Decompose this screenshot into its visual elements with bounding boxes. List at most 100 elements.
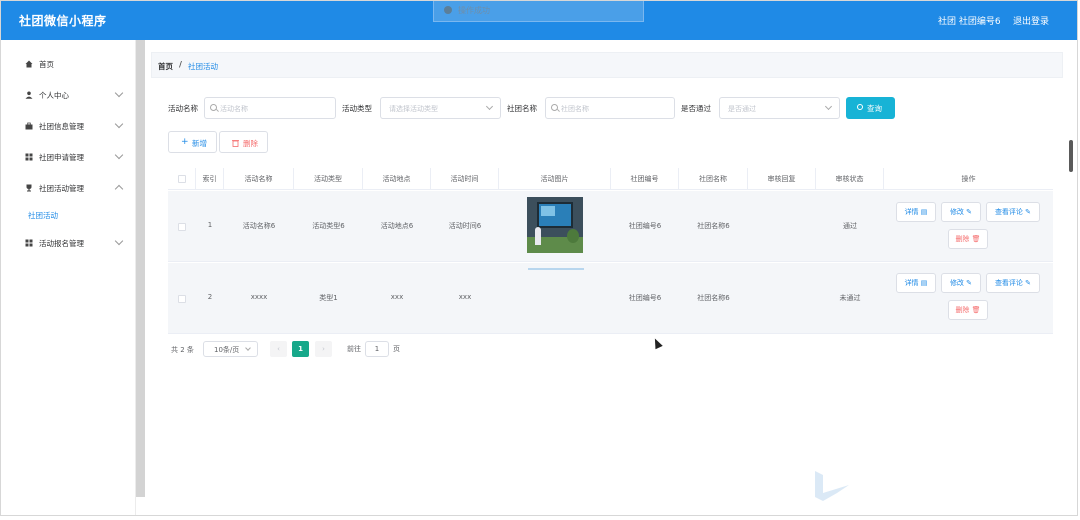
breadcrumb-current: 社团活动 <box>188 62 218 71</box>
detail-button[interactable]: 详情 ▤ <box>896 273 936 293</box>
sidebar-item-label: 社团活动管理 <box>39 184 84 193</box>
add-button[interactable]: + 新增 <box>168 131 217 153</box>
goto-page-input[interactable]: 1 <box>365 341 389 357</box>
search-icon <box>210 104 217 111</box>
row-delete-label: 删除 <box>955 235 970 243</box>
activity-time-cell: xxx <box>458 293 472 301</box>
app-window: 社团微信小程序 社团 社团编号6 退出登录 操作成功 首页 个人中心 社团信息管… <box>0 0 1078 516</box>
sidebar-scrollbar[interactable] <box>136 40 145 497</box>
delete-button-label: 删除 <box>243 139 258 148</box>
column-header: 活动地点 <box>363 168 431 190</box>
logout-link[interactable]: 退出登录 <box>1013 14 1049 27</box>
edit-button[interactable]: 修改 ✎ <box>941 202 981 222</box>
app-title: 社团微信小程序 <box>19 14 107 28</box>
chevron-left-icon: ‹ <box>277 345 280 353</box>
activity-name-label: 活动名称 <box>168 104 198 113</box>
sidebar-item-label: 社团申请管理 <box>39 153 84 162</box>
sidebar-item-label: 个人中心 <box>39 91 69 100</box>
pencil-icon: ✎ <box>966 208 973 216</box>
briefcase-icon <box>25 122 33 130</box>
user-icon <box>25 91 33 99</box>
breadcrumb: 首页 / 社团活动 <box>151 52 1063 78</box>
page-size-value: 10条/页 <box>214 346 240 354</box>
column-header: 活动类型 <box>294 168 363 190</box>
sidebar-item-club-activity[interactable]: 社团活动管理 <box>1 178 136 200</box>
club-name-input[interactable]: 社团名称 <box>545 97 675 119</box>
image-screen-highlight <box>541 206 555 216</box>
total-count: 共 2 条 <box>171 346 194 354</box>
edit-button-label: 修改 <box>949 208 964 216</box>
chevron-down-icon <box>114 88 124 98</box>
activity-type-cell: 类型1 <box>319 294 338 302</box>
sidebar-subitem-club-activities[interactable]: 社团活动 <box>28 210 58 221</box>
column-header: 索引 <box>196 168 224 190</box>
sidebar-item-personal-center[interactable]: 个人中心 <box>1 85 136 107</box>
chevron-down-icon <box>114 236 124 246</box>
page-number-button[interactable]: 1 <box>292 341 309 357</box>
club-name-label: 社团名称 <box>507 104 537 113</box>
club-no-cell: 社团编号6 <box>628 294 662 302</box>
next-page-button[interactable]: › <box>315 341 332 357</box>
activity-image[interactable] <box>527 197 583 253</box>
activity-location-cell: 活动地点6 <box>380 222 414 230</box>
page-scrollbar[interactable] <box>1069 140 1073 172</box>
trophy-icon <box>26 184 32 192</box>
activity-type-select[interactable]: 请选择活动类型 <box>380 97 501 119</box>
sidebar-item-activity-signup[interactable]: 活动报名管理 <box>1 233 136 255</box>
approved-label: 是否通过 <box>681 104 711 113</box>
edit-button[interactable]: 修改 ✎ <box>941 273 981 293</box>
row-delete-label: 删除 <box>955 306 970 314</box>
chevron-up-icon <box>114 184 124 194</box>
view-comments-button[interactable]: 查看评论 ✎ <box>986 273 1040 293</box>
sidebar-item-home[interactable]: 首页 <box>1 54 136 76</box>
image-person <box>535 227 541 245</box>
club-name-cell: 社团名称6 <box>697 294 730 302</box>
document-icon: ▤ <box>920 279 928 287</box>
goto-prefix: 前往 <box>347 345 361 353</box>
detail-button[interactable]: 详情 ▤ <box>896 202 936 222</box>
view-comments-label: 查看评论 <box>994 208 1023 216</box>
club-no-cell: 社团编号6 <box>628 222 662 230</box>
sidebar-item-club-info[interactable]: 社团信息管理 <box>1 116 136 138</box>
table-row: 1 活动名称6 活动类型6 活动地点6 活动时间6 社团编号6 社团名称6 通过… <box>168 191 1053 262</box>
sidebar-item-label: 活动报名管理 <box>39 239 84 248</box>
pencil-icon: ✎ <box>1025 279 1032 287</box>
pencil-icon: ✎ <box>1025 208 1032 216</box>
approved-select[interactable]: 是否通过 <box>719 97 840 119</box>
sidebar-item-label: 首页 <box>39 60 54 69</box>
grid-icon <box>25 239 33 247</box>
select-all-checkbox[interactable] <box>178 175 186 183</box>
row-checkbox[interactable] <box>178 223 186 231</box>
sidebar-item-club-application[interactable]: 社团申请管理 <box>1 147 136 169</box>
detail-button-label: 详情 <box>904 208 919 216</box>
row-delete-button[interactable]: 删除 🗑 <box>948 229 988 249</box>
row-checkbox[interactable] <box>178 295 186 303</box>
edit-button-label: 修改 <box>949 279 964 287</box>
activity-location-cell: xxx <box>390 293 404 301</box>
query-button[interactable]: 查询 <box>846 97 895 119</box>
image-plant <box>567 229 579 243</box>
grid-icon <box>25 153 33 161</box>
select-all-cell <box>168 168 196 190</box>
plus-icon: + <box>181 137 189 147</box>
page-size-select[interactable]: 10条/页 <box>203 341 258 357</box>
success-icon <box>444 6 452 14</box>
activity-name-placeholder: 活动名称 <box>220 105 248 113</box>
column-header: 活动名称 <box>224 168 294 190</box>
loading-bar <box>528 268 584 270</box>
pagination: 共 2 条 10条/页 ‹ 1 › 前往 1 页 <box>168 341 468 359</box>
row-delete-button[interactable]: 删除 🗑 <box>948 300 988 320</box>
breadcrumb-separator: / <box>179 60 182 69</box>
activity-name-cell: xxxx <box>250 293 268 301</box>
breadcrumb-home[interactable]: 首页 <box>158 61 173 72</box>
bulk-delete-button[interactable]: 删除 <box>219 131 268 153</box>
mouse-cursor-icon <box>651 336 663 350</box>
activity-name-input[interactable]: 活动名称 <box>204 97 336 119</box>
club-name-placeholder: 社团名称 <box>561 105 589 113</box>
activity-type-cell: 活动类型6 <box>312 222 345 230</box>
view-comments-button[interactable]: 查看评论 ✎ <box>986 202 1040 222</box>
review-status-cell: 通过 <box>843 222 857 230</box>
prev-page-button[interactable]: ‹ <box>270 341 287 357</box>
column-header: 审核状态 <box>816 168 884 190</box>
sidebar: 首页 个人中心 社团信息管理 社团申请管理 社团活动管理 社团活动 活动报名管理 <box>1 40 136 515</box>
